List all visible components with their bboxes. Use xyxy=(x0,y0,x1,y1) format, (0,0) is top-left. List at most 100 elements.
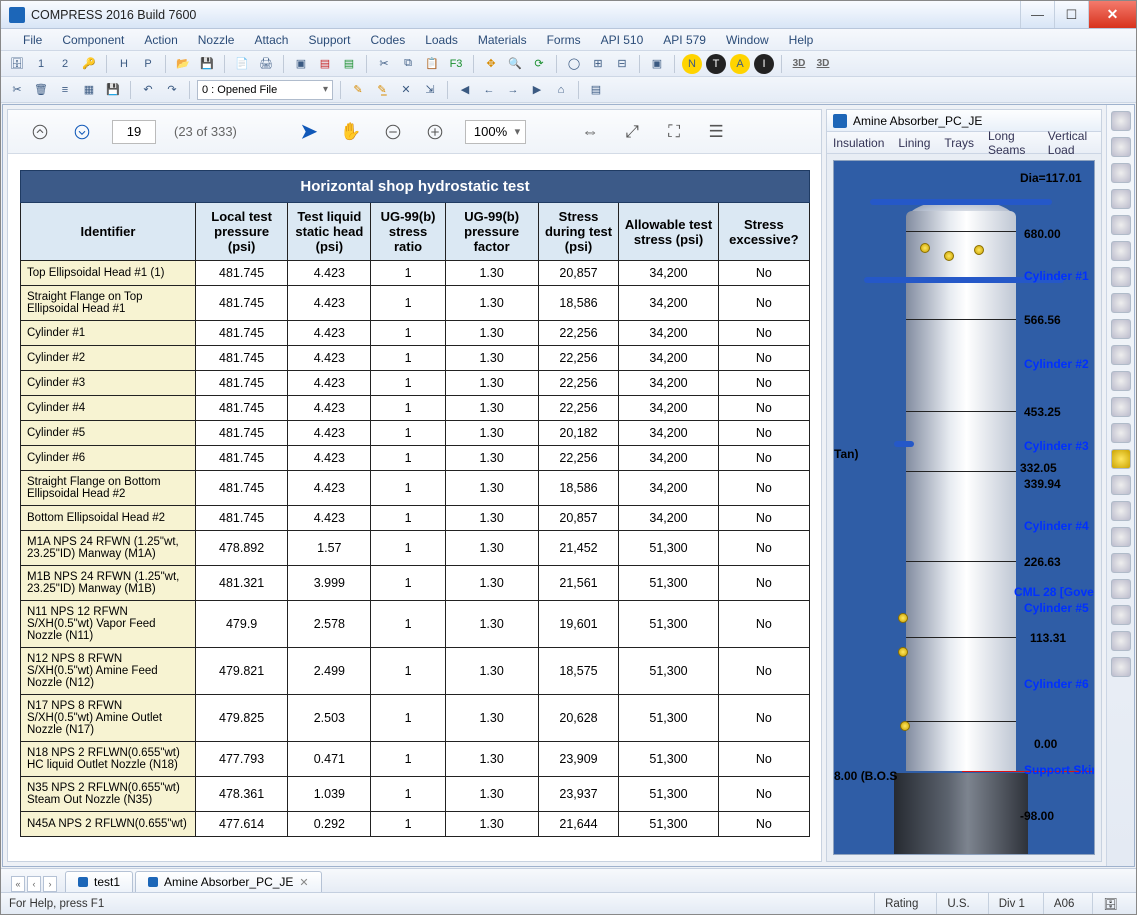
tab-insulation[interactable]: Insulation xyxy=(833,136,884,150)
doc-tab-test1[interactable]: test1 xyxy=(65,871,133,892)
palette-item[interactable] xyxy=(1111,657,1131,677)
palette-item[interactable] xyxy=(1111,605,1131,625)
page-up-icon[interactable] xyxy=(28,120,52,144)
save-icon[interactable]: 💾 xyxy=(197,54,217,74)
tab-nav-first-icon[interactable]: « xyxy=(11,876,25,892)
tool-2-icon[interactable]: 2 xyxy=(55,54,75,74)
palette-item[interactable] xyxy=(1111,111,1131,131)
tool-yellow-a-icon[interactable]: A xyxy=(730,54,750,74)
tool-pdf-icon[interactable]: ▤ xyxy=(315,54,335,74)
palette-item[interactable] xyxy=(1111,371,1131,391)
tool-check-icon[interactable]: ✎̲ xyxy=(372,80,392,100)
settings-icon[interactable]: ☰ xyxy=(704,120,728,144)
nav-next-icon[interactable]: → xyxy=(503,80,523,100)
palette-item[interactable] xyxy=(1111,267,1131,287)
menu-support[interactable]: Support xyxy=(298,30,360,50)
palette-item[interactable] xyxy=(1111,631,1131,651)
pointer-tool-icon[interactable]: ➤ xyxy=(297,120,321,144)
open-icon[interactable]: 📂 xyxy=(173,54,193,74)
tool-3d2-icon[interactable]: 3D xyxy=(813,54,833,74)
palette-item[interactable] xyxy=(1111,527,1131,547)
tool-excel-icon[interactable]: ▤ xyxy=(339,54,359,74)
tool-black-t-icon[interactable]: T xyxy=(706,54,726,74)
tool-calc-icon[interactable]: ▤ xyxy=(586,80,606,100)
tool-grid-icon[interactable]: ▦ xyxy=(79,80,99,100)
palette-item[interactable] xyxy=(1111,475,1131,495)
menu-materials[interactable]: Materials xyxy=(468,30,537,50)
palette-item[interactable] xyxy=(1111,163,1131,183)
tool-refresh-icon[interactable]: ⟳ xyxy=(529,54,549,74)
menu-api579[interactable]: API 579 xyxy=(653,30,716,50)
menu-window[interactable]: Window xyxy=(716,30,779,50)
print-icon[interactable]: 🖨 xyxy=(256,54,276,74)
palette-item[interactable] xyxy=(1111,397,1131,417)
tool-p-icon[interactable]: P xyxy=(138,54,158,74)
nav-last-icon[interactable]: ▶ xyxy=(527,80,547,100)
tool-delete-icon[interactable]: 🗑 xyxy=(31,80,51,100)
page-down-icon[interactable] xyxy=(70,120,94,144)
tool-misc2-icon[interactable]: ⊟ xyxy=(612,54,632,74)
palette-item[interactable] xyxy=(1111,501,1131,521)
minimize-button[interactable]: — xyxy=(1020,1,1054,28)
nav-prev-icon[interactable]: ← xyxy=(479,80,499,100)
redo-icon[interactable]: ↷ xyxy=(162,80,182,100)
menu-forms[interactable]: Forms xyxy=(537,30,591,50)
page-number-input[interactable]: 19 xyxy=(112,120,156,144)
tool-report-icon[interactable]: 📄 xyxy=(232,54,252,74)
menu-loads[interactable]: Loads xyxy=(415,30,468,50)
menu-nozzle[interactable]: Nozzle xyxy=(188,30,245,50)
menu-attach[interactable]: Attach xyxy=(244,30,298,50)
nav-first-icon[interactable]: ◀ xyxy=(455,80,475,100)
menu-file[interactable]: File xyxy=(13,30,52,50)
tool-zoom-icon[interactable]: 🔍 xyxy=(505,54,525,74)
nav-home-icon[interactable]: ⌂ xyxy=(551,80,571,100)
fit-page-icon[interactable]: ⤢ xyxy=(620,120,644,144)
tool-scissors-icon[interactable]: ✂ xyxy=(7,80,27,100)
model-3d-viewport[interactable]: Dia=117.01 680.00 Cylinder #1 566.56 Cyl… xyxy=(833,160,1095,855)
file-selector-combo[interactable]: 0 : Opened File xyxy=(197,80,333,100)
tab-longseams[interactable]: Long Seams xyxy=(988,129,1034,157)
tool-export-icon[interactable]: ▣ xyxy=(291,54,311,74)
tool-layers-icon[interactable]: ▣ xyxy=(647,54,667,74)
tool-f3-icon[interactable]: F3 xyxy=(446,54,466,74)
menu-action[interactable]: Action xyxy=(134,30,187,50)
tool-h-icon[interactable]: H xyxy=(114,54,134,74)
undo-icon[interactable]: ↶ xyxy=(138,80,158,100)
tool-paste-icon[interactable]: 📋 xyxy=(422,54,442,74)
doc-tab-amine[interactable]: Amine Absorber_PC_JE ✕ xyxy=(135,871,322,892)
tool-key-icon[interactable]: 🔑 xyxy=(79,54,99,74)
zoom-in-icon[interactable] xyxy=(423,120,447,144)
menu-help[interactable]: Help xyxy=(779,30,824,50)
fit-width-icon[interactable]: ⇔ xyxy=(578,120,602,144)
palette-item[interactable] xyxy=(1111,423,1131,443)
menu-codes[interactable]: Codes xyxy=(361,30,416,50)
tab-trays[interactable]: Trays xyxy=(944,136,974,150)
tool-save2-icon[interactable]: 💾 xyxy=(103,80,123,100)
tool-cancel-icon[interactable]: ✕ xyxy=(396,80,416,100)
tool-3d-icon[interactable]: 3D xyxy=(789,54,809,74)
fullscreen-icon[interactable]: ⛶ xyxy=(662,120,686,144)
tool-move-icon[interactable]: ✥ xyxy=(481,54,501,74)
zoom-out-icon[interactable] xyxy=(381,120,405,144)
tab-close-icon[interactable]: ✕ xyxy=(299,876,308,889)
palette-item[interactable] xyxy=(1111,319,1131,339)
tool-cut-icon[interactable]: ✂ xyxy=(374,54,394,74)
palette-item[interactable] xyxy=(1111,579,1131,599)
tool-globe-icon[interactable]: ◯ xyxy=(564,54,584,74)
tab-nav-prev-icon[interactable]: ‹ xyxy=(27,876,41,892)
hand-tool-icon[interactable]: ✋ xyxy=(339,120,363,144)
close-button[interactable]: ✕ xyxy=(1088,1,1136,28)
tool-misc1-icon[interactable]: ⊞ xyxy=(588,54,608,74)
maximize-button[interactable]: ☐ xyxy=(1054,1,1088,28)
tool-copy-icon[interactable]: ⧉ xyxy=(398,54,418,74)
palette-item[interactable] xyxy=(1111,215,1131,235)
palette-item[interactable] xyxy=(1111,137,1131,157)
tool-black-i-icon[interactable]: I xyxy=(754,54,774,74)
tool-edit-icon[interactable]: ✎ xyxy=(348,80,368,100)
tab-nav-next-icon[interactable]: › xyxy=(43,876,57,892)
tool-align-icon[interactable]: ⇲ xyxy=(420,80,440,100)
tab-lining[interactable]: Lining xyxy=(898,136,930,150)
tab-verticalload[interactable]: Vertical Load xyxy=(1048,129,1095,157)
tool-yellow-n-icon[interactable]: N xyxy=(682,54,702,74)
tool-list-icon[interactable]: ≡ xyxy=(55,80,75,100)
